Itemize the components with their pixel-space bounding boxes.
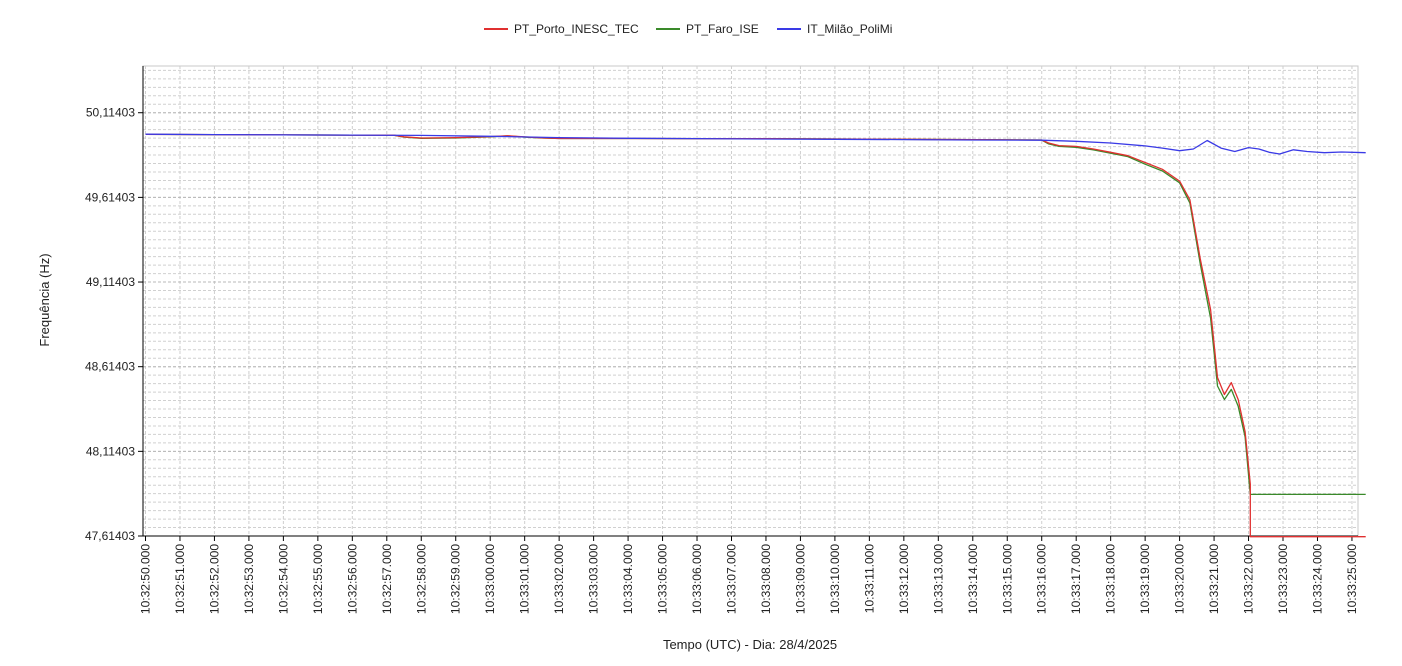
x-tick-label: 10:32:55.000 [311,544,325,614]
x-tick-label: 10:33:00.000 [483,544,497,614]
y-axis-title: Frequência (Hz) [37,253,52,346]
x-tick-label: 10:33:15.000 [1000,544,1014,614]
y-tick-label: 50,11403 [86,106,135,120]
x-tick-label: 10:32:52.000 [207,544,221,614]
y-tick-label: 49,11403 [86,275,135,289]
x-axis-ticks: 10:32:50.000 10:32:51.000 10:32:52.000 10:3… [139,536,1359,614]
x-tick-label: 10:33:18.000 [1104,544,1118,614]
x-tick-label: 10:32:59.000 [449,544,463,614]
x-tick-label: 10:32:56.000 [345,544,359,614]
x-tick-label: 10:33:13.000 [931,544,945,614]
x-tick-label: 10:33:23.000 [1276,544,1290,614]
x-tick-label: 10:33:12.000 [897,544,911,614]
x-tick-label: 10:33:22.000 [1242,544,1256,614]
x-tick-label: 10:32:58.000 [414,544,428,614]
y-tick-label: 49,61403 [85,190,135,204]
x-tick-label: 10:33:03.000 [587,544,601,614]
x-tick-label: 10:33:24.000 [1310,544,1324,614]
x-tick-label: 10:33:07.000 [724,544,738,614]
x-tick-label: 10:33:20.000 [1173,544,1187,614]
y-tick-label: 48,61403 [85,360,135,374]
x-tick-label: 10:33:08.000 [759,544,773,614]
x-tick-label: 10:32:54.000 [276,544,290,614]
x-tick-label: 10:33:01.000 [518,544,532,614]
x-tick-label: 10:33:10.000 [828,544,842,614]
x-tick-label: 10:32:53.000 [242,544,256,614]
x-tick-label: 10:32:50.000 [139,544,153,614]
x-tick-label: 10:33:19.000 [1138,544,1152,614]
x-tick-label: 10:32:57.000 [380,544,394,614]
legend-label: PT_Porto_INESC_TEC [514,22,639,36]
x-tick-label: 10:33:14.000 [966,544,980,614]
frequency-chart: PT_Porto_INESC_TEC PT_Faro_ISE IT_Milão_Po… [37,22,1366,652]
x-tick-label: 10:33:25.000 [1345,544,1359,614]
legend-label: IT_Milão_PoliMi [807,22,892,36]
x-tick-label: 10:33:16.000 [1035,544,1049,614]
x-tick-label: 10:32:51.000 [173,544,187,614]
x-tick-label: 10:33:11.000 [862,544,876,614]
y-tick-label: 47,61403 [85,529,135,543]
x-tick-label: 10:33:21.000 [1207,544,1221,614]
x-tick-label: 10:33:06.000 [690,544,704,614]
x-tick-label: 10:33:04.000 [621,544,635,614]
plot-area [142,65,1359,537]
x-tick-label: 10:33:17.000 [1069,544,1083,614]
legend-label: PT_Faro_ISE [686,22,759,36]
x-tick-label: 10:33:02.000 [552,544,566,614]
x-tick-label: 10:33:05.000 [656,544,670,614]
y-axis-ticks: 47,61403 48,11403 48,61403 49,11403 49,61403… [85,106,143,543]
x-axis-title: Tempo (UTC) - Dia: 28/4/2025 [663,637,837,652]
legend: PT_Porto_INESC_TEC PT_Faro_ISE IT_Milão_Po… [484,22,892,36]
x-tick-label: 10:33:09.000 [793,544,807,614]
y-tick-label: 48,11403 [86,444,135,458]
